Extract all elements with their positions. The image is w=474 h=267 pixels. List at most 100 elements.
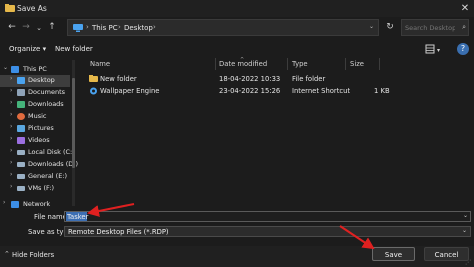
sidebar-item-label: VMs (F:): [28, 184, 55, 192]
pictures-icon: [17, 125, 25, 132]
window-title: Save As: [17, 4, 47, 13]
file-row-wallpaper-engine[interactable]: Wallpaper Engine 23-04-2022 15:26 Intern…: [82, 86, 472, 98]
desktop-icon: [17, 77, 25, 84]
chevron-right-icon[interactable]: ›: [10, 147, 12, 154]
chevron-right-icon[interactable]: ›: [10, 183, 12, 190]
file-date: 23-04-2022 15:26: [219, 87, 281, 95]
drive-icon: [17, 174, 25, 179]
column-divider[interactable]: [287, 58, 288, 70]
folder-icon: [5, 4, 15, 12]
sidebar-item-label: Documents: [28, 88, 66, 96]
chevron-up-icon[interactable]: ⌃: [4, 250, 10, 258]
forward-arrow-icon[interactable]: →: [20, 21, 32, 33]
sidebar-item-documents[interactable]: › Documents: [0, 87, 70, 99]
sidebar-item-label: Downloads (D:): [28, 160, 79, 168]
navigation-pane: ⌄ This PC › Desktop › Documents › Downlo…: [0, 60, 78, 211]
sidebar-item-general-e[interactable]: › General (E:): [0, 171, 70, 183]
column-header-size[interactable]: Size: [350, 60, 364, 68]
sidebar-scrollbar[interactable]: [72, 60, 75, 206]
cancel-button[interactable]: Cancel: [424, 247, 469, 261]
chevron-right-icon[interactable]: ›: [10, 75, 12, 82]
downloads-icon: [17, 101, 25, 108]
folder-icon: [89, 75, 98, 82]
file-type: Internet Shortcut: [292, 87, 351, 95]
breadcrumb-separator: ›: [118, 23, 121, 31]
chevron-right-icon[interactable]: ›: [10, 171, 12, 178]
refresh-icon[interactable]: ↻: [382, 19, 398, 36]
title-bar: [0, 0, 474, 17]
chevron-down-icon[interactable]: ⌄: [369, 23, 374, 30]
resize-grip-icon[interactable]: ⋰: [465, 259, 471, 266]
network-icon: [11, 201, 19, 208]
file-name-input[interactable]: [66, 212, 448, 221]
help-icon[interactable]: ?: [457, 43, 469, 55]
search-input[interactable]: [405, 22, 455, 33]
column-header-name[interactable]: Name: [90, 60, 110, 68]
column-header-type[interactable]: Type: [292, 60, 308, 68]
sidebar-item-desktop[interactable]: › Desktop: [0, 75, 70, 87]
history-chevron-icon[interactable]: ⌄: [33, 22, 45, 34]
new-folder-button[interactable]: New folder: [55, 45, 93, 53]
file-date: 18-04-2022 10:33: [219, 75, 281, 83]
chevron-down-icon[interactable]: ⌄: [3, 64, 8, 71]
close-icon[interactable]: ✕: [458, 2, 472, 15]
chevron-down-icon[interactable]: ⌄: [462, 227, 467, 234]
internet-shortcut-icon: [89, 87, 98, 95]
sidebar-item-label: General (E:): [28, 172, 68, 180]
chevron-right-icon[interactable]: ›: [10, 159, 12, 166]
videos-icon: [17, 137, 25, 144]
column-divider[interactable]: [215, 58, 216, 70]
monitor-icon: [73, 24, 83, 32]
sidebar-item-downloads[interactable]: › Downloads: [0, 99, 70, 111]
sidebar-item-videos[interactable]: › Videos: [0, 135, 70, 147]
sidebar-item-label: Desktop: [28, 76, 55, 84]
breadcrumb-separator: ›: [86, 23, 89, 31]
chevron-down-icon[interactable]: ⌄: [463, 212, 468, 219]
chevron-right-icon[interactable]: ›: [10, 123, 12, 130]
organize-button[interactable]: Organize ▾: [9, 45, 46, 53]
chevron-right-icon[interactable]: ›: [10, 111, 12, 118]
chevron-right-icon[interactable]: ›: [10, 135, 12, 142]
sidebar-item-pictures[interactable]: › Pictures: [0, 123, 70, 135]
documents-icon: [17, 89, 25, 96]
back-arrow-icon[interactable]: ←: [6, 21, 18, 33]
chevron-right-icon[interactable]: ›: [10, 87, 12, 94]
up-arrow-icon[interactable]: ↑: [46, 21, 58, 33]
address-bar[interactable]: › This PC › Desktop › ⌄: [67, 19, 379, 36]
sidebar-item-downloads-d[interactable]: › Downloads (D:): [0, 159, 78, 171]
file-name: Wallpaper Engine: [100, 87, 160, 95]
scrollbar-thumb[interactable]: [72, 78, 75, 168]
file-row-new-folder[interactable]: New folder 18-04-2022 10:33 File folder: [82, 74, 472, 86]
search-icon: ⌕: [462, 23, 466, 31]
chevron-right-icon[interactable]: ›: [10, 99, 12, 106]
sidebar-item-network[interactable]: › Network: [0, 199, 70, 211]
chevron-right-icon[interactable]: ›: [3, 199, 5, 206]
music-icon: [17, 113, 25, 120]
save-button[interactable]: Save: [372, 247, 415, 261]
hide-folders-button[interactable]: Hide Folders: [12, 251, 54, 259]
sidebar-item-music[interactable]: › Music: [0, 111, 70, 123]
sidebar-item-vms-f[interactable]: › VMs (F:): [0, 183, 70, 195]
search-box[interactable]: ⌕: [401, 19, 469, 36]
save-as-type-value: Remote Desktop Files (*.RDP): [68, 228, 169, 236]
breadcrumb-this-pc[interactable]: This PC: [92, 24, 118, 32]
file-type: File folder: [292, 75, 326, 83]
file-name-field[interactable]: ⌄: [64, 211, 471, 222]
file-name: New folder: [100, 75, 137, 83]
file-list-header: Name Date modified Type Size: [82, 58, 472, 72]
column-divider[interactable]: [345, 58, 346, 70]
view-options-button[interactable]: ▾: [425, 43, 445, 55]
sidebar-item-local-disk-c[interactable]: › Local Disk (C:): [0, 147, 75, 159]
column-header-date-modified[interactable]: Date modified: [219, 60, 267, 68]
breadcrumb-desktop[interactable]: Desktop: [124, 24, 153, 32]
sidebar-item-label: This PC: [23, 65, 47, 73]
sidebar-item-label: Network: [23, 200, 51, 208]
save-as-type-select[interactable]: Remote Desktop Files (*.RDP) ⌄: [64, 226, 471, 237]
file-size: 1 KB: [374, 87, 390, 95]
drive-icon: [17, 162, 25, 167]
drive-icon: [17, 150, 25, 155]
sidebar-item-label: Videos: [28, 136, 50, 144]
sidebar-item-label: Music: [28, 112, 47, 120]
drive-icon: [17, 186, 25, 191]
column-divider[interactable]: [379, 58, 380, 70]
